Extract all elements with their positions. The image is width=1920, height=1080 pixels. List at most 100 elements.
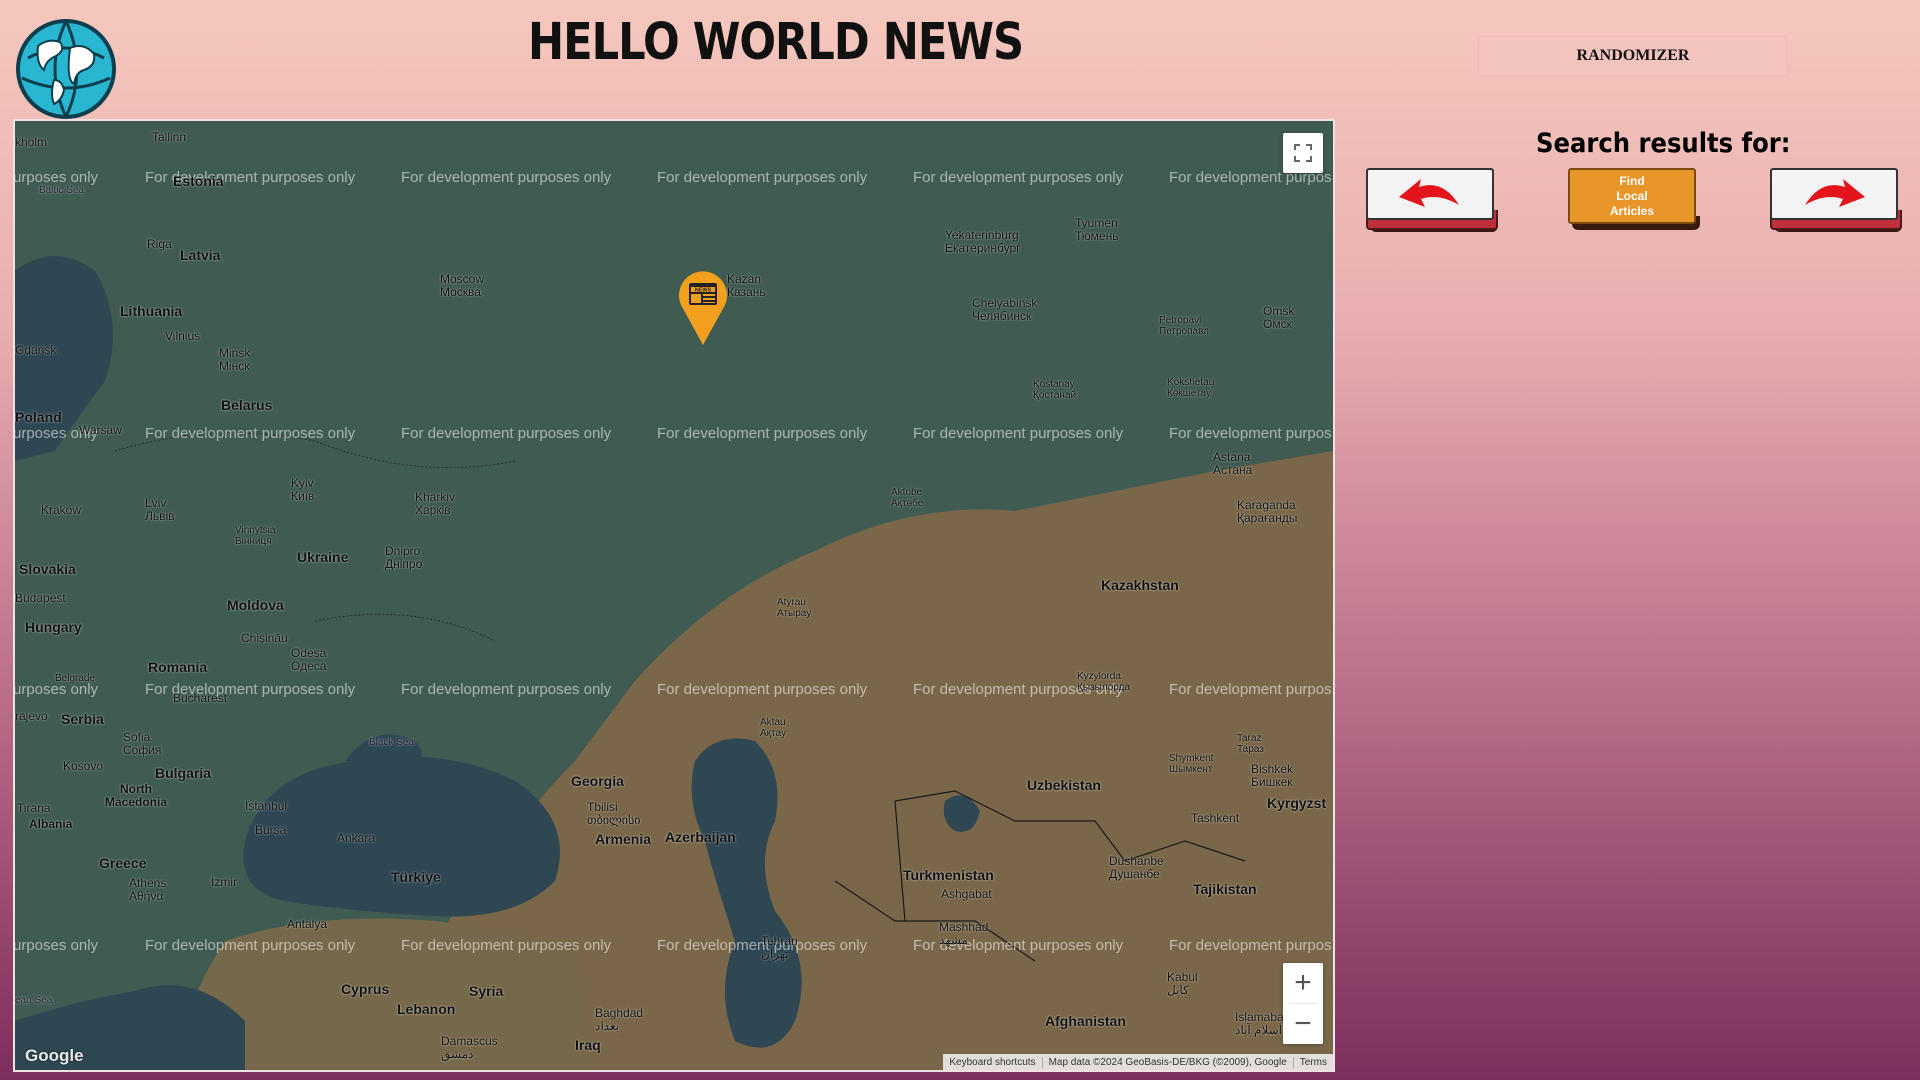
map-label: Armenia <box>595 831 652 847</box>
next-button[interactable] <box>1770 168 1902 232</box>
marker-badge: NEWS <box>695 288 712 294</box>
map-label: Baltic Sea <box>39 185 85 196</box>
map-label: Dnipro Дніпро <box>385 544 423 571</box>
map-label: Baghdad بغداد <box>595 1006 644 1033</box>
map-label: Tajikistan <box>1193 881 1257 897</box>
map-label: Tashkent <box>1191 811 1240 825</box>
map-label: Dushanbe Душанбе <box>1109 854 1164 881</box>
map-label: Poland <box>15 409 62 425</box>
watermark: For development purpos <box>1169 425 1332 442</box>
map-label: Georgia <box>571 773 624 789</box>
button-face <box>1770 168 1898 220</box>
map-label: Kraków <box>41 503 82 517</box>
map-label: Atyrau Атырау <box>777 597 812 619</box>
map-label: Moscow Москва <box>440 272 485 299</box>
map-label: Athens Αθήνα <box>129 876 167 903</box>
map-label: Karaganda Қарағанды <box>1237 498 1298 525</box>
map-label: Kyrgyzst <box>1267 795 1327 811</box>
watermark: For development purposes only <box>401 425 612 442</box>
map-label: Warsaw <box>79 423 122 437</box>
map-label: Budapest <box>15 591 66 605</box>
map-label: Kharkiv Харків <box>415 490 456 517</box>
map-label: Azerbaijan <box>665 829 736 845</box>
map-label: Kyiv Київ <box>291 476 315 503</box>
map-label: Iraq <box>575 1037 601 1053</box>
map-label: Bulgaria <box>155 765 212 781</box>
map-label: Kokshetau Көкшетау <box>1167 377 1215 399</box>
find-local-articles-label: Find Local Articles <box>1568 168 1696 224</box>
news-marker[interactable]: NEWS <box>675 271 731 347</box>
watermark: urposes only <box>13 169 99 186</box>
map-label: Minsk Мінск <box>219 346 251 373</box>
map-label: Bursa <box>255 823 287 837</box>
map-label: Petropavl Петропавл <box>1159 315 1210 337</box>
map-label: Albania <box>29 817 73 831</box>
map-label: Mashhad مشهد <box>939 920 989 947</box>
map-label: Tirana <box>17 801 51 815</box>
map-label: Lithuania <box>120 303 183 319</box>
map-label: Aktobe Ақтөбе <box>891 487 924 509</box>
zoom-in-button[interactable]: + <box>1283 963 1323 1003</box>
map-label: Tehran تهران <box>761 934 798 961</box>
zoom-out-button[interactable]: − <box>1283 1004 1323 1044</box>
map-label: Taraz Тараз <box>1237 733 1264 755</box>
map-label: Serbia <box>61 711 104 727</box>
arrow-left-icon <box>1399 179 1459 207</box>
map-label: Sofia София <box>123 730 162 757</box>
map-label: Omsk Омск <box>1263 304 1295 331</box>
previous-button[interactable] <box>1366 168 1498 232</box>
map-label: Tbilisi თბილისი <box>587 800 641 827</box>
map-label: Uzbekistan <box>1027 777 1101 793</box>
google-logo[interactable]: Google <box>25 1046 84 1066</box>
map-label: Damascus دمشق <box>441 1034 498 1061</box>
map-label: Tyumen Тюмень <box>1075 216 1119 243</box>
map-label: Lviv Львів <box>145 496 175 523</box>
find-local-articles-button[interactable]: Find Local Articles <box>1568 168 1700 230</box>
randomizer-button[interactable]: RANDOMIZER <box>1478 36 1788 76</box>
map-label: Aktau Ақтау <box>760 717 786 739</box>
map-label: Vilnius <box>165 329 201 343</box>
fullscreen-button[interactable] <box>1283 133 1323 173</box>
watermark: For development purposes only <box>913 425 1124 442</box>
map-label: Turkmenistan <box>903 867 994 883</box>
button-face <box>1366 168 1494 220</box>
map-label: Shymkent Шымкент <box>1169 753 1214 775</box>
map-label: Kyzylorda Қызылорда <box>1077 671 1131 693</box>
map-label: Lebanon <box>397 1001 456 1017</box>
keyboard-shortcuts-link[interactable]: Keyboard shortcuts <box>943 1056 1043 1068</box>
map-label: Kosovo <box>63 759 104 773</box>
map-label: Gdańsk <box>15 343 57 357</box>
map-label: Moldova <box>227 597 284 613</box>
terms-link[interactable]: Terms <box>1294 1057 1333 1068</box>
map-label: Belgrade <box>55 673 96 684</box>
map-data-text: Map data ©2024 GeoBasis-DE/BKG (©2009), … <box>1043 1056 1294 1068</box>
map-label: Cyprus <box>341 981 390 997</box>
map-label: North Macedonia <box>105 782 168 809</box>
map-label: Yekaterinburg Екатеринбург <box>945 228 1021 255</box>
map-label: Chișinău <box>241 631 288 645</box>
watermark: For development purpos <box>1169 681 1332 698</box>
map-label: kholm <box>15 135 48 149</box>
watermark: For development purposes only <box>401 937 612 954</box>
map-label: Kazan Казань <box>727 272 766 299</box>
watermark: For development purposes only <box>913 169 1124 186</box>
map-label: Hungary <box>25 619 82 635</box>
map-label: Antalya <box>287 917 328 931</box>
map-label: İzmir <box>211 875 237 889</box>
map-label: ean Sea <box>15 995 53 1006</box>
watermark: For development purposes only <box>657 681 868 698</box>
map-label: Türkiye <box>391 869 441 885</box>
map-label: Greece <box>99 855 147 871</box>
map-label: Tallinn <box>152 130 187 144</box>
watermark: For development purpos <box>1169 937 1332 954</box>
map-view[interactable]: urposes only For development purposes on… <box>13 119 1335 1072</box>
watermark: For development purposes only <box>145 937 356 954</box>
map-label: Kazakhstan <box>1101 577 1179 593</box>
map-label: Estonia <box>173 173 224 189</box>
map-attribution: Keyboard shortcuts Map data ©2024 GeoBas… <box>943 1054 1333 1070</box>
map-label: Syria <box>469 983 504 999</box>
zoom-controls: + − <box>1283 963 1323 1044</box>
search-results-title: Search results for: <box>1536 128 1791 159</box>
map-label: Chelyabinsk Челябинск <box>972 296 1038 323</box>
map-label: Bishkek Бишкек <box>1251 762 1294 789</box>
